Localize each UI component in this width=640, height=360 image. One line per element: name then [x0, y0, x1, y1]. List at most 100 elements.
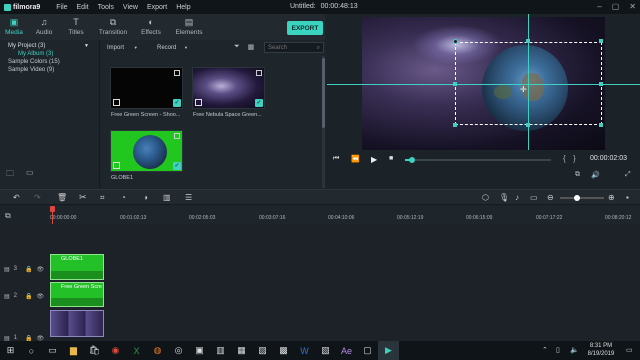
delete-icon[interactable]: 🗑 — [57, 193, 67, 202]
tab-effects[interactable]: ◐ Effects — [131, 17, 171, 36]
sidebar-item-my-project[interactable]: My Project (3) ▼ — [0, 42, 99, 50]
app-icon-6[interactable]: ▢ — [357, 341, 378, 360]
play-icon[interactable]: ▶ — [371, 155, 377, 164]
excel-icon[interactable]: X — [126, 341, 147, 360]
marker-icon[interactable]: ⬡ — [482, 193, 489, 202]
record-dropdown[interactable]: Record ▼ — [157, 45, 207, 51]
transform-handle[interactable] — [599, 39, 603, 43]
stop-icon[interactable]: ■ — [389, 155, 393, 162]
settings-icon[interactable] — [256, 70, 262, 76]
windows-start-icon[interactable]: ⊞ — [0, 341, 21, 360]
skip-back-icon[interactable]: ⏮ — [333, 155, 339, 163]
media-item-green-screen[interactable]: ✓ Free Green Screen - Shoo... — [110, 67, 183, 118]
settings-icon[interactable] — [174, 70, 180, 76]
transform-handle[interactable] — [453, 39, 458, 44]
zoom-in-icon[interactable]: ⊕ — [608, 193, 615, 202]
minimize-icon[interactable]: – — [597, 2, 601, 11]
audio-icon[interactable]: ♪ — [515, 193, 519, 202]
panel-icon[interactable]: ▪ — [626, 193, 629, 202]
add-to-timeline-icon[interactable] — [113, 162, 120, 169]
snapshot-icon[interactable]: ⧉ — [575, 171, 580, 179]
search-icon[interactable]: ○ — [21, 341, 42, 360]
after-effects-icon[interactable]: Ae — [336, 341, 357, 360]
scrollbar-thumb[interactable] — [322, 58, 325, 128]
zoom-out-icon[interactable]: ⊖ — [547, 193, 554, 202]
render-icon[interactable]: ▭ — [530, 193, 538, 202]
timeline-clip-nebula[interactable] — [50, 310, 104, 337]
import-dropdown[interactable]: Import ▼ — [107, 45, 157, 51]
grid-view-icon[interactable]: ▦ — [248, 43, 255, 51]
transform-handle[interactable] — [599, 82, 603, 86]
voiceover-icon[interactable]: 🎙 — [499, 193, 509, 202]
transform-handle[interactable] — [526, 123, 530, 127]
menu-help[interactable]: Help — [176, 4, 190, 11]
file-explorer-icon[interactable]: ▆ — [63, 341, 84, 360]
sidebar-item-sample-video[interactable]: Sample Video (9) — [0, 66, 99, 74]
close-icon[interactable]: ✕ — [629, 2, 636, 11]
media-item-nebula-space[interactable]: ✓ Free Nebula Space Green... — [192, 67, 265, 118]
notification-icon[interactable]: ▭ — [626, 346, 633, 354]
network-icon[interactable]: ▯ — [556, 346, 560, 354]
menu-view[interactable]: View — [123, 4, 138, 11]
fullscreen-icon[interactable]: ⤢ — [625, 171, 631, 179]
sidebar-item-sample-colors[interactable]: Sample Colors (15) — [0, 58, 99, 66]
calculator-icon[interactable]: ▦ — [231, 341, 252, 360]
green-screen-icon[interactable]: ▥ — [163, 193, 171, 202]
word-icon[interactable]: W — [294, 341, 315, 360]
timeline-clip-green-screen[interactable]: Free Green Scre — [50, 282, 104, 307]
tab-titles[interactable]: T Titles — [56, 17, 96, 36]
menu-edit[interactable]: Edit — [77, 4, 89, 11]
filmora-taskbar-icon[interactable]: ▶ — [378, 341, 399, 360]
crop-icon[interactable]: ⌗ — [100, 193, 105, 203]
chevron-down-icon[interactable]: ▼ — [84, 43, 89, 49]
media-item-globe1[interactable]: ✓ GLOBE1 — [110, 130, 183, 181]
eye-icon[interactable]: 👁 — [37, 293, 45, 300]
zoom-slider-knob[interactable] — [574, 195, 580, 201]
add-track-icon[interactable]: ⧉ — [5, 211, 11, 221]
speed-icon[interactable]: ◔ — [121, 193, 126, 202]
task-view-icon[interactable]: ▭ — [42, 341, 63, 360]
mark-out-icon[interactable]: } — [573, 154, 576, 163]
search-input[interactable]: Search ⌕ — [264, 42, 324, 53]
timeline-clip-globe1[interactable]: GLOBE1 — [50, 254, 104, 280]
filter-icon[interactable]: ⏷ — [234, 43, 240, 51]
tab-elements[interactable]: ▤ Elements — [169, 17, 209, 36]
zoom-slider[interactable] — [560, 195, 604, 201]
lock-icon[interactable]: 🔒 — [25, 266, 32, 273]
store-icon[interactable]: 🛍 — [84, 341, 105, 360]
clock[interactable]: 8:31 PM 8/19/2019 — [584, 342, 618, 358]
transform-handle[interactable] — [599, 123, 603, 127]
transform-handle[interactable] — [453, 123, 457, 127]
app-icon-5[interactable]: ▧ — [315, 341, 336, 360]
photos-icon[interactable]: ▨ — [252, 341, 273, 360]
color-icon[interactable]: ◑ — [143, 193, 148, 202]
app-icon-2[interactable]: ▣ — [189, 341, 210, 360]
lock-icon[interactable]: 🔒 — [25, 293, 32, 300]
step-back-icon[interactable]: ⏪ — [351, 155, 360, 163]
menu-file[interactable]: File — [56, 4, 67, 11]
volume-icon[interactable]: 🔊 — [591, 171, 600, 179]
new-folder-icon[interactable]: 🗀 — [6, 168, 14, 182]
app-icon-4[interactable]: ▩ — [273, 341, 294, 360]
eye-icon[interactable]: 👁 — [37, 266, 45, 273]
app-icon-3[interactable]: ▥ — [210, 341, 231, 360]
mark-in-icon[interactable]: { — [563, 154, 566, 163]
export-button[interactable]: EXPORT — [287, 21, 323, 35]
settings-icon[interactable] — [174, 133, 180, 139]
media-scrollbar[interactable] — [322, 56, 325, 188]
delete-folder-icon[interactable]: ▭ — [26, 168, 34, 182]
chrome-icon[interactable]: ◉ — [105, 341, 126, 360]
playback-progress-knob[interactable] — [409, 157, 416, 163]
volume-tray-icon[interactable]: 🔈 — [570, 346, 579, 354]
tab-transition[interactable]: ⧉ Transition — [93, 17, 133, 36]
sidebar-item-my-album[interactable]: My Album (3) — [0, 50, 99, 58]
menu-tools[interactable]: Tools — [98, 4, 114, 11]
transform-handle[interactable] — [453, 82, 457, 86]
redo-icon[interactable]: ↷ — [34, 193, 41, 202]
playback-progress[interactable] — [405, 157, 551, 163]
audio-mixer-icon[interactable]: ☰ — [185, 193, 192, 202]
tray-chevron-icon[interactable]: ⌃ — [542, 346, 548, 354]
undo-icon[interactable]: ↶ — [13, 193, 20, 202]
add-to-timeline-icon[interactable] — [195, 99, 202, 106]
app-icon[interactable]: ◎ — [168, 341, 189, 360]
